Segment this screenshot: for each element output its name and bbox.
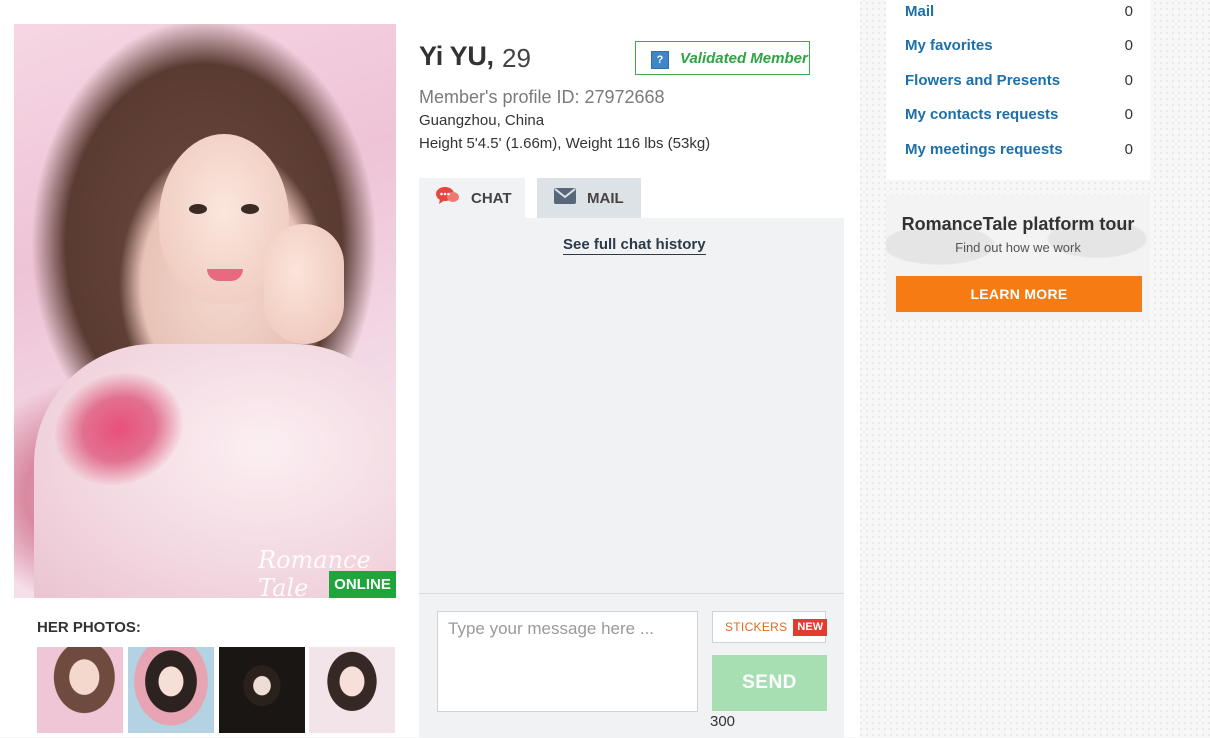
new-badge: NEW xyxy=(793,618,828,636)
sidebar-item-count: 0 xyxy=(1124,37,1133,54)
validated-member-label: Validated Member xyxy=(680,49,808,67)
stickers-label: STICKERS xyxy=(725,620,788,634)
sidebar-item-favorites[interactable]: My favorites 0 xyxy=(905,37,1133,54)
sidebar-item-contacts-requests[interactable]: My contacts requests 0 xyxy=(905,106,1133,123)
stickers-button[interactable]: STICKERS NEW xyxy=(712,611,828,643)
photo-thumbnail[interactable] xyxy=(219,647,305,733)
sidebar-item-label[interactable]: My contacts requests xyxy=(905,106,1058,123)
learn-more-button[interactable]: LEARN MORE xyxy=(896,276,1142,312)
sidebar-item-label[interactable]: My meetings requests xyxy=(905,141,1063,158)
photo-eye-left xyxy=(189,204,207,214)
character-counter: 300 xyxy=(710,713,736,730)
profile-main-photo[interactable]: Romance Tale xyxy=(14,24,396,598)
platform-tour-subtitle: Find out how we work xyxy=(955,240,1081,255)
sidebar-item-label[interactable]: Mail xyxy=(905,3,934,20)
platform-tour-title: RomanceTale platform tour xyxy=(901,214,1135,234)
sidebar-item-count: 0 xyxy=(1124,3,1133,20)
tab-chat[interactable]: CHAT xyxy=(419,178,525,218)
photo-thumbnail[interactable] xyxy=(309,647,395,733)
sidebar-item-meetings-requests[interactable]: My meetings requests 0 xyxy=(905,141,1133,158)
tab-mail[interactable]: MAIL xyxy=(537,178,641,218)
sidebar-item-count: 0 xyxy=(1124,141,1133,158)
sidebar-item-count: 0 xyxy=(1124,72,1133,89)
profile-location: Guangzhou, China xyxy=(419,112,545,129)
profile-id: Member's profile ID: 27972668 xyxy=(419,87,665,107)
see-full-chat-history-link[interactable]: See full chat history xyxy=(563,236,706,255)
photo-hand xyxy=(264,224,344,344)
send-button[interactable]: SEND xyxy=(712,655,827,711)
sidebar-item-mail[interactable]: Mail 0 xyxy=(905,3,1133,20)
envelope-icon xyxy=(554,188,576,208)
photo-eye-right xyxy=(241,204,259,214)
photo-thumbnail[interactable] xyxy=(128,647,214,733)
photo-thumbnail[interactable] xyxy=(37,647,123,733)
chat-bubbles-icon xyxy=(436,186,460,210)
profile-age: 29 xyxy=(502,43,531,73)
profile-name: Yi YU, xyxy=(419,41,494,71)
sidebar-item-count: 0 xyxy=(1124,106,1133,123)
message-input[interactable] xyxy=(437,611,698,712)
sidebar-item-label[interactable]: My favorites xyxy=(905,37,993,54)
online-status-badge: ONLINE xyxy=(329,571,396,598)
question-icon[interactable]: ? xyxy=(651,51,669,69)
tab-mail-label: MAIL xyxy=(587,189,624,207)
sidebar-item-label[interactable]: Flowers and Presents xyxy=(905,72,1060,89)
sidebar-item-flowers-presents[interactable]: Flowers and Presents 0 xyxy=(905,72,1133,89)
chat-history-panel xyxy=(419,218,844,593)
validated-member-badge[interactable]: ? Validated Member xyxy=(635,41,810,75)
profile-body-info: Height 5'4.5' (1.66m), Weight 116 lbs (5… xyxy=(419,135,711,152)
her-photos-title: HER PHOTOS: xyxy=(37,619,141,636)
photo-lips xyxy=(207,269,243,281)
tab-chat-label: CHAT xyxy=(471,189,512,207)
